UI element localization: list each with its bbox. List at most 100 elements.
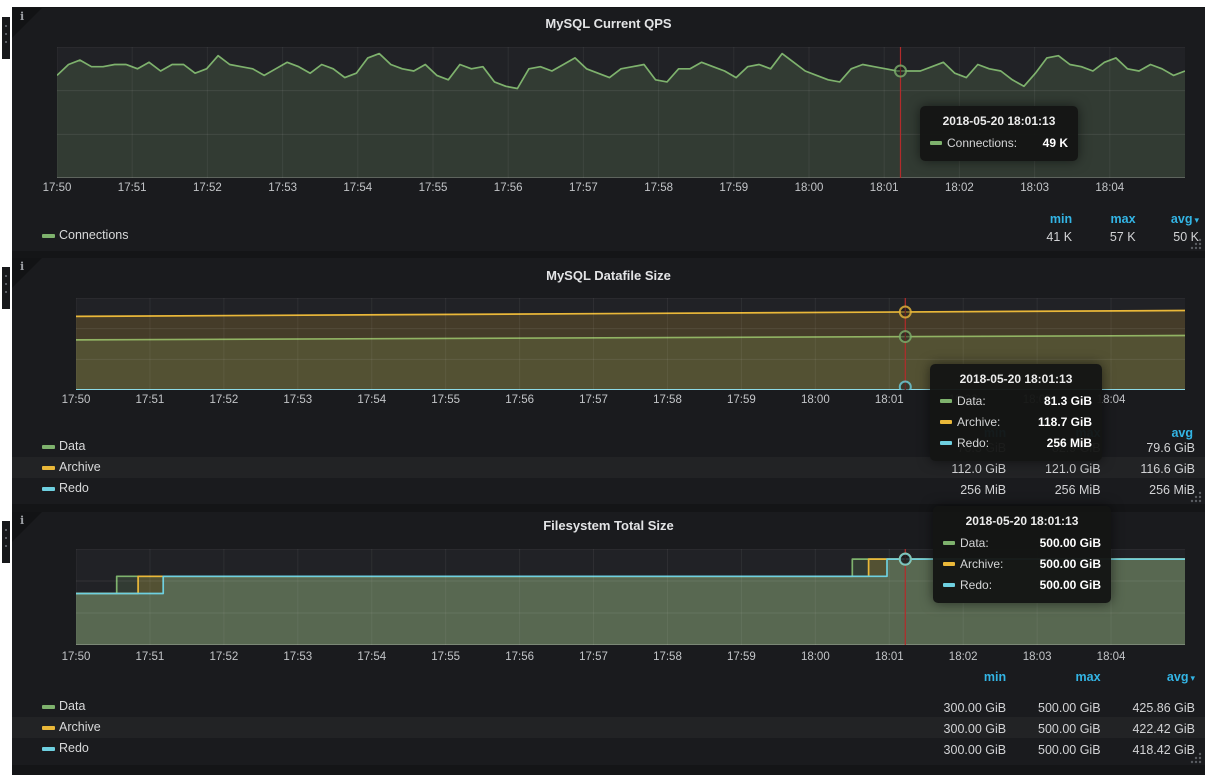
x-tick-label: 17:52 bbox=[193, 182, 222, 194]
legend-label-redo[interactable]: Redo bbox=[59, 481, 89, 495]
stat-avg-value: 425.86 GiB bbox=[1105, 701, 1195, 715]
tooltip-datafile: 2018-05-20 18:01:13 Data: 81.3 GiB Archi… bbox=[930, 364, 1102, 461]
resize-handle[interactable] bbox=[1190, 237, 1202, 249]
x-tick-label: 17:55 bbox=[431, 651, 460, 663]
tooltip-row: Archive: 118.7 GiB bbox=[940, 411, 1092, 432]
x-tick-label: 17:53 bbox=[283, 651, 312, 663]
legend-swatch bbox=[940, 399, 952, 403]
legend-label-redo[interactable]: Redo bbox=[59, 741, 89, 755]
tooltip-series-value: 118.7 GiB bbox=[1038, 415, 1092, 429]
legend-swatch bbox=[42, 234, 55, 238]
legend-swatch bbox=[42, 445, 55, 449]
legend-label-archive[interactable]: Archive bbox=[59, 720, 101, 734]
legend-label-data[interactable]: Data bbox=[59, 439, 85, 453]
legend-swatch bbox=[42, 466, 55, 470]
x-tick-label: 17:59 bbox=[719, 182, 748, 194]
legend-swatch bbox=[42, 747, 55, 751]
legend-row: Data 300.00 GiB 500.00 GiB 425.86 GiB bbox=[12, 696, 1205, 717]
x-tick-label: 17:56 bbox=[494, 182, 523, 194]
x-axis-labels: 17:5017:5117:5217:5317:5417:5517:5617:57… bbox=[57, 182, 1185, 196]
stat-header-avg[interactable]: avg▾ bbox=[1105, 670, 1195, 684]
stat-max-value: 57 K bbox=[1077, 230, 1136, 244]
x-tick-label: 17:59 bbox=[727, 394, 756, 406]
tooltip-row: Redo: 256 MiB bbox=[940, 432, 1092, 453]
tooltip-filesystem: 2018-05-20 18:01:13 Data: 500.00 GiB Arc… bbox=[933, 506, 1111, 603]
x-tick-label: 17:51 bbox=[118, 182, 147, 194]
tooltip-timestamp: 2018-05-20 18:01:13 bbox=[943, 514, 1101, 528]
stat-max-value: 121.0 GiB bbox=[1011, 462, 1101, 476]
tooltip-series-label: Archive: bbox=[957, 415, 1000, 429]
drag-dots-icon bbox=[5, 275, 7, 277]
x-tick-label: 17:52 bbox=[209, 651, 238, 663]
resize-handle[interactable] bbox=[1190, 751, 1202, 763]
legend-label-archive[interactable]: Archive bbox=[59, 460, 101, 474]
stat-max-value: 500.00 GiB bbox=[1011, 743, 1101, 757]
tooltip-row: Data: 81.3 GiB bbox=[940, 390, 1092, 411]
x-tick-label: 17:58 bbox=[653, 651, 682, 663]
x-axis-labels: 17:5017:5117:5217:5317:5417:5517:5617:57… bbox=[76, 651, 1185, 665]
x-tick-label: 17:54 bbox=[343, 182, 372, 194]
stat-avg-value: 256 MiB bbox=[1105, 483, 1195, 497]
tooltip-series-value: 81.3 GiB bbox=[1044, 394, 1092, 408]
x-tick-label: 17:51 bbox=[136, 394, 165, 406]
panel-title[interactable]: MySQL Datafile Size bbox=[12, 268, 1205, 283]
legend-swatch bbox=[943, 562, 955, 566]
legend-label-connections[interactable]: Connections bbox=[59, 228, 129, 242]
stat-max-value: 500.00 GiB bbox=[1011, 722, 1101, 736]
stat-min-value: 300.00 GiB bbox=[916, 743, 1006, 757]
legend-label-data[interactable]: Data bbox=[59, 699, 85, 713]
legend-swatch bbox=[42, 726, 55, 730]
x-tick-label: 17:50 bbox=[43, 182, 72, 194]
drag-dots-icon bbox=[5, 529, 7, 531]
panel-title[interactable]: MySQL Current QPS bbox=[12, 16, 1205, 31]
x-tick-label: 17:54 bbox=[357, 651, 386, 663]
stat-avg-value: 422.42 GiB bbox=[1105, 722, 1195, 736]
row-drag-handle[interactable] bbox=[2, 17, 10, 59]
stat-max-value: 500.00 GiB bbox=[1011, 701, 1101, 715]
x-tick-label: 18:04 bbox=[1095, 182, 1124, 194]
stat-avg-value: 79.6 GiB bbox=[1105, 441, 1195, 455]
tooltip-qps: 2018-05-20 18:01:13 Connections: 49 K bbox=[920, 106, 1078, 161]
stat-header-avg[interactable]: avg▾ bbox=[1140, 212, 1199, 226]
tooltip-series-value: 500.00 GiB bbox=[1040, 536, 1101, 550]
tooltip-timestamp: 2018-05-20 18:01:13 bbox=[930, 114, 1068, 128]
tooltip-series-label: Redo: bbox=[957, 436, 989, 450]
x-tick-label: 17:58 bbox=[644, 182, 673, 194]
legend-row: Connections 41 K 57 K 50 K bbox=[12, 226, 1205, 246]
x-tick-label: 18:01 bbox=[875, 394, 904, 406]
tooltip-row: Data: 500.00 GiB bbox=[943, 532, 1101, 553]
x-tick-label: 17:55 bbox=[419, 182, 448, 194]
x-tick-label: 18:03 bbox=[1023, 651, 1052, 663]
x-tick-label: 17:53 bbox=[268, 182, 297, 194]
x-tick-label: 18:00 bbox=[801, 394, 830, 406]
row-drag-handle[interactable] bbox=[2, 521, 10, 563]
stat-header-max[interactable]: max bbox=[1011, 670, 1101, 684]
tooltip-series-label: Data: bbox=[957, 394, 986, 408]
legend-swatch bbox=[940, 420, 952, 424]
x-tick-label: 17:56 bbox=[505, 651, 534, 663]
stat-avg-value: 116.6 GiB bbox=[1105, 462, 1195, 476]
stat-header-min[interactable]: min bbox=[916, 670, 1006, 684]
stat-min-value: 41 K bbox=[1013, 230, 1072, 244]
x-tick-label: 17:58 bbox=[653, 394, 682, 406]
resize-handle[interactable] bbox=[1190, 490, 1202, 502]
x-tick-label: 18:00 bbox=[801, 651, 830, 663]
x-tick-label: 17:54 bbox=[357, 394, 386, 406]
x-tick-label: 18:01 bbox=[875, 651, 904, 663]
x-tick-label: 18:04 bbox=[1097, 651, 1126, 663]
tooltip-series-value: 49 K bbox=[1043, 136, 1068, 150]
x-tick-label: 17:53 bbox=[283, 394, 312, 406]
stat-min-value: 300.00 GiB bbox=[916, 701, 1006, 715]
x-tick-label: 18:02 bbox=[949, 651, 978, 663]
tooltip-series-label: Data: bbox=[960, 536, 989, 550]
x-tick-label: 17:56 bbox=[505, 394, 534, 406]
legend-header-row: min max avg▾ bbox=[12, 208, 1205, 228]
stat-header-max[interactable]: max bbox=[1077, 212, 1136, 226]
legend-row: Redo 256 MiB 256 MiB 256 MiB bbox=[12, 478, 1205, 499]
legend-header-row: min max avg▾ bbox=[12, 666, 1205, 686]
x-tick-label: 17:50 bbox=[62, 394, 91, 406]
stat-max-value: 256 MiB bbox=[1011, 483, 1101, 497]
stat-header-min[interactable]: min bbox=[1013, 212, 1072, 226]
tooltip-series-value: 256 MiB bbox=[1047, 436, 1092, 450]
row-drag-handle[interactable] bbox=[2, 267, 10, 309]
